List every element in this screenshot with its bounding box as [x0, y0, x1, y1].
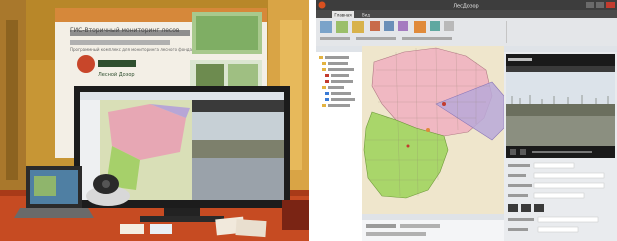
- property-field[interactable]: [537, 216, 599, 223]
- ribbon-button-settings-icon[interactable]: [444, 21, 454, 31]
- logo-icon: [77, 55, 95, 73]
- tree-item[interactable]: [331, 74, 349, 77]
- window-title: ЛесДозор: [453, 4, 478, 10]
- tree-item[interactable]: [328, 104, 350, 107]
- play-button[interactable]: [510, 149, 516, 155]
- layer-icon: [325, 98, 329, 101]
- map-view[interactable]: [362, 46, 505, 214]
- camera-marker-icon[interactable]: [442, 102, 446, 106]
- folder-icon: [322, 86, 326, 89]
- gis-software-screenshot: ЛесДозор Главная Вид: [316, 0, 617, 241]
- ribbon-button-select-icon[interactable]: [398, 21, 408, 31]
- tab-view-label[interactable]: Вид: [362, 13, 370, 18]
- tree-item[interactable]: [328, 62, 348, 65]
- laptop: [14, 166, 94, 218]
- tree-item[interactable]: [331, 92, 351, 95]
- property-field[interactable]: [533, 192, 585, 199]
- folder-icon: [322, 68, 326, 71]
- ribbon-button-measure-icon[interactable]: [370, 21, 380, 31]
- maximize-button[interactable]: [596, 2, 604, 8]
- property-field[interactable]: [533, 162, 575, 169]
- ribbon-button-track-icon[interactable]: [430, 21, 440, 31]
- ribbon-button-zoom-icon[interactable]: [384, 21, 394, 31]
- folder-icon: [322, 62, 326, 65]
- exhibition-photo: ГИС-Вторичный мониторинг лесов Программн…: [0, 0, 309, 241]
- ribbon-button-layers-icon[interactable]: [336, 21, 348, 33]
- exhibition-scene: ГИС-Вторичный мониторинг лесов Программн…: [0, 0, 309, 241]
- layer-icon: [325, 80, 329, 83]
- tree-item[interactable]: [331, 80, 353, 83]
- booth-logo-text: Лесной Дозор: [98, 71, 135, 78]
- layer-icon: [325, 92, 329, 95]
- ptz-right-button[interactable]: [534, 204, 544, 212]
- tree-item[interactable]: [331, 98, 355, 101]
- booth-banner-subtitle: Программный комплекс для мониторинга лес…: [70, 47, 193, 52]
- close-button[interactable]: [606, 2, 615, 8]
- stop-button[interactable]: [520, 149, 526, 155]
- software-window: ЛесДозор Главная Вид: [316, 0, 617, 241]
- tree-item[interactable]: [328, 68, 354, 71]
- folder-icon: [322, 104, 326, 107]
- folder-icon: [319, 56, 323, 59]
- ribbon-button-camera-icon[interactable]: [414, 21, 426, 33]
- ribbon-button-open-icon[interactable]: [320, 21, 332, 33]
- app-orb-icon[interactable]: [318, 1, 326, 9]
- ribbon-button-find-icon[interactable]: [352, 21, 364, 33]
- minimize-button[interactable]: [586, 2, 594, 8]
- tree-item[interactable]: [328, 86, 344, 89]
- property-field[interactable]: [537, 226, 579, 233]
- property-field[interactable]: [533, 172, 605, 179]
- tab-home-label: Главная: [334, 13, 352, 18]
- booth-banner-title: ГИС-Вторичный мониторинг лесов: [70, 27, 180, 34]
- fire-marker-icon[interactable]: [426, 128, 430, 132]
- ptz-up-button[interactable]: [521, 204, 531, 212]
- marker-icon[interactable]: [406, 144, 410, 148]
- property-field[interactable]: [533, 182, 605, 189]
- video-seek-slider[interactable]: [532, 151, 592, 153]
- ptz-left-button[interactable]: [508, 204, 518, 212]
- layer-icon: [325, 74, 329, 77]
- camera-video-feed[interactable]: [506, 72, 615, 146]
- tree-item[interactable]: [325, 56, 349, 59]
